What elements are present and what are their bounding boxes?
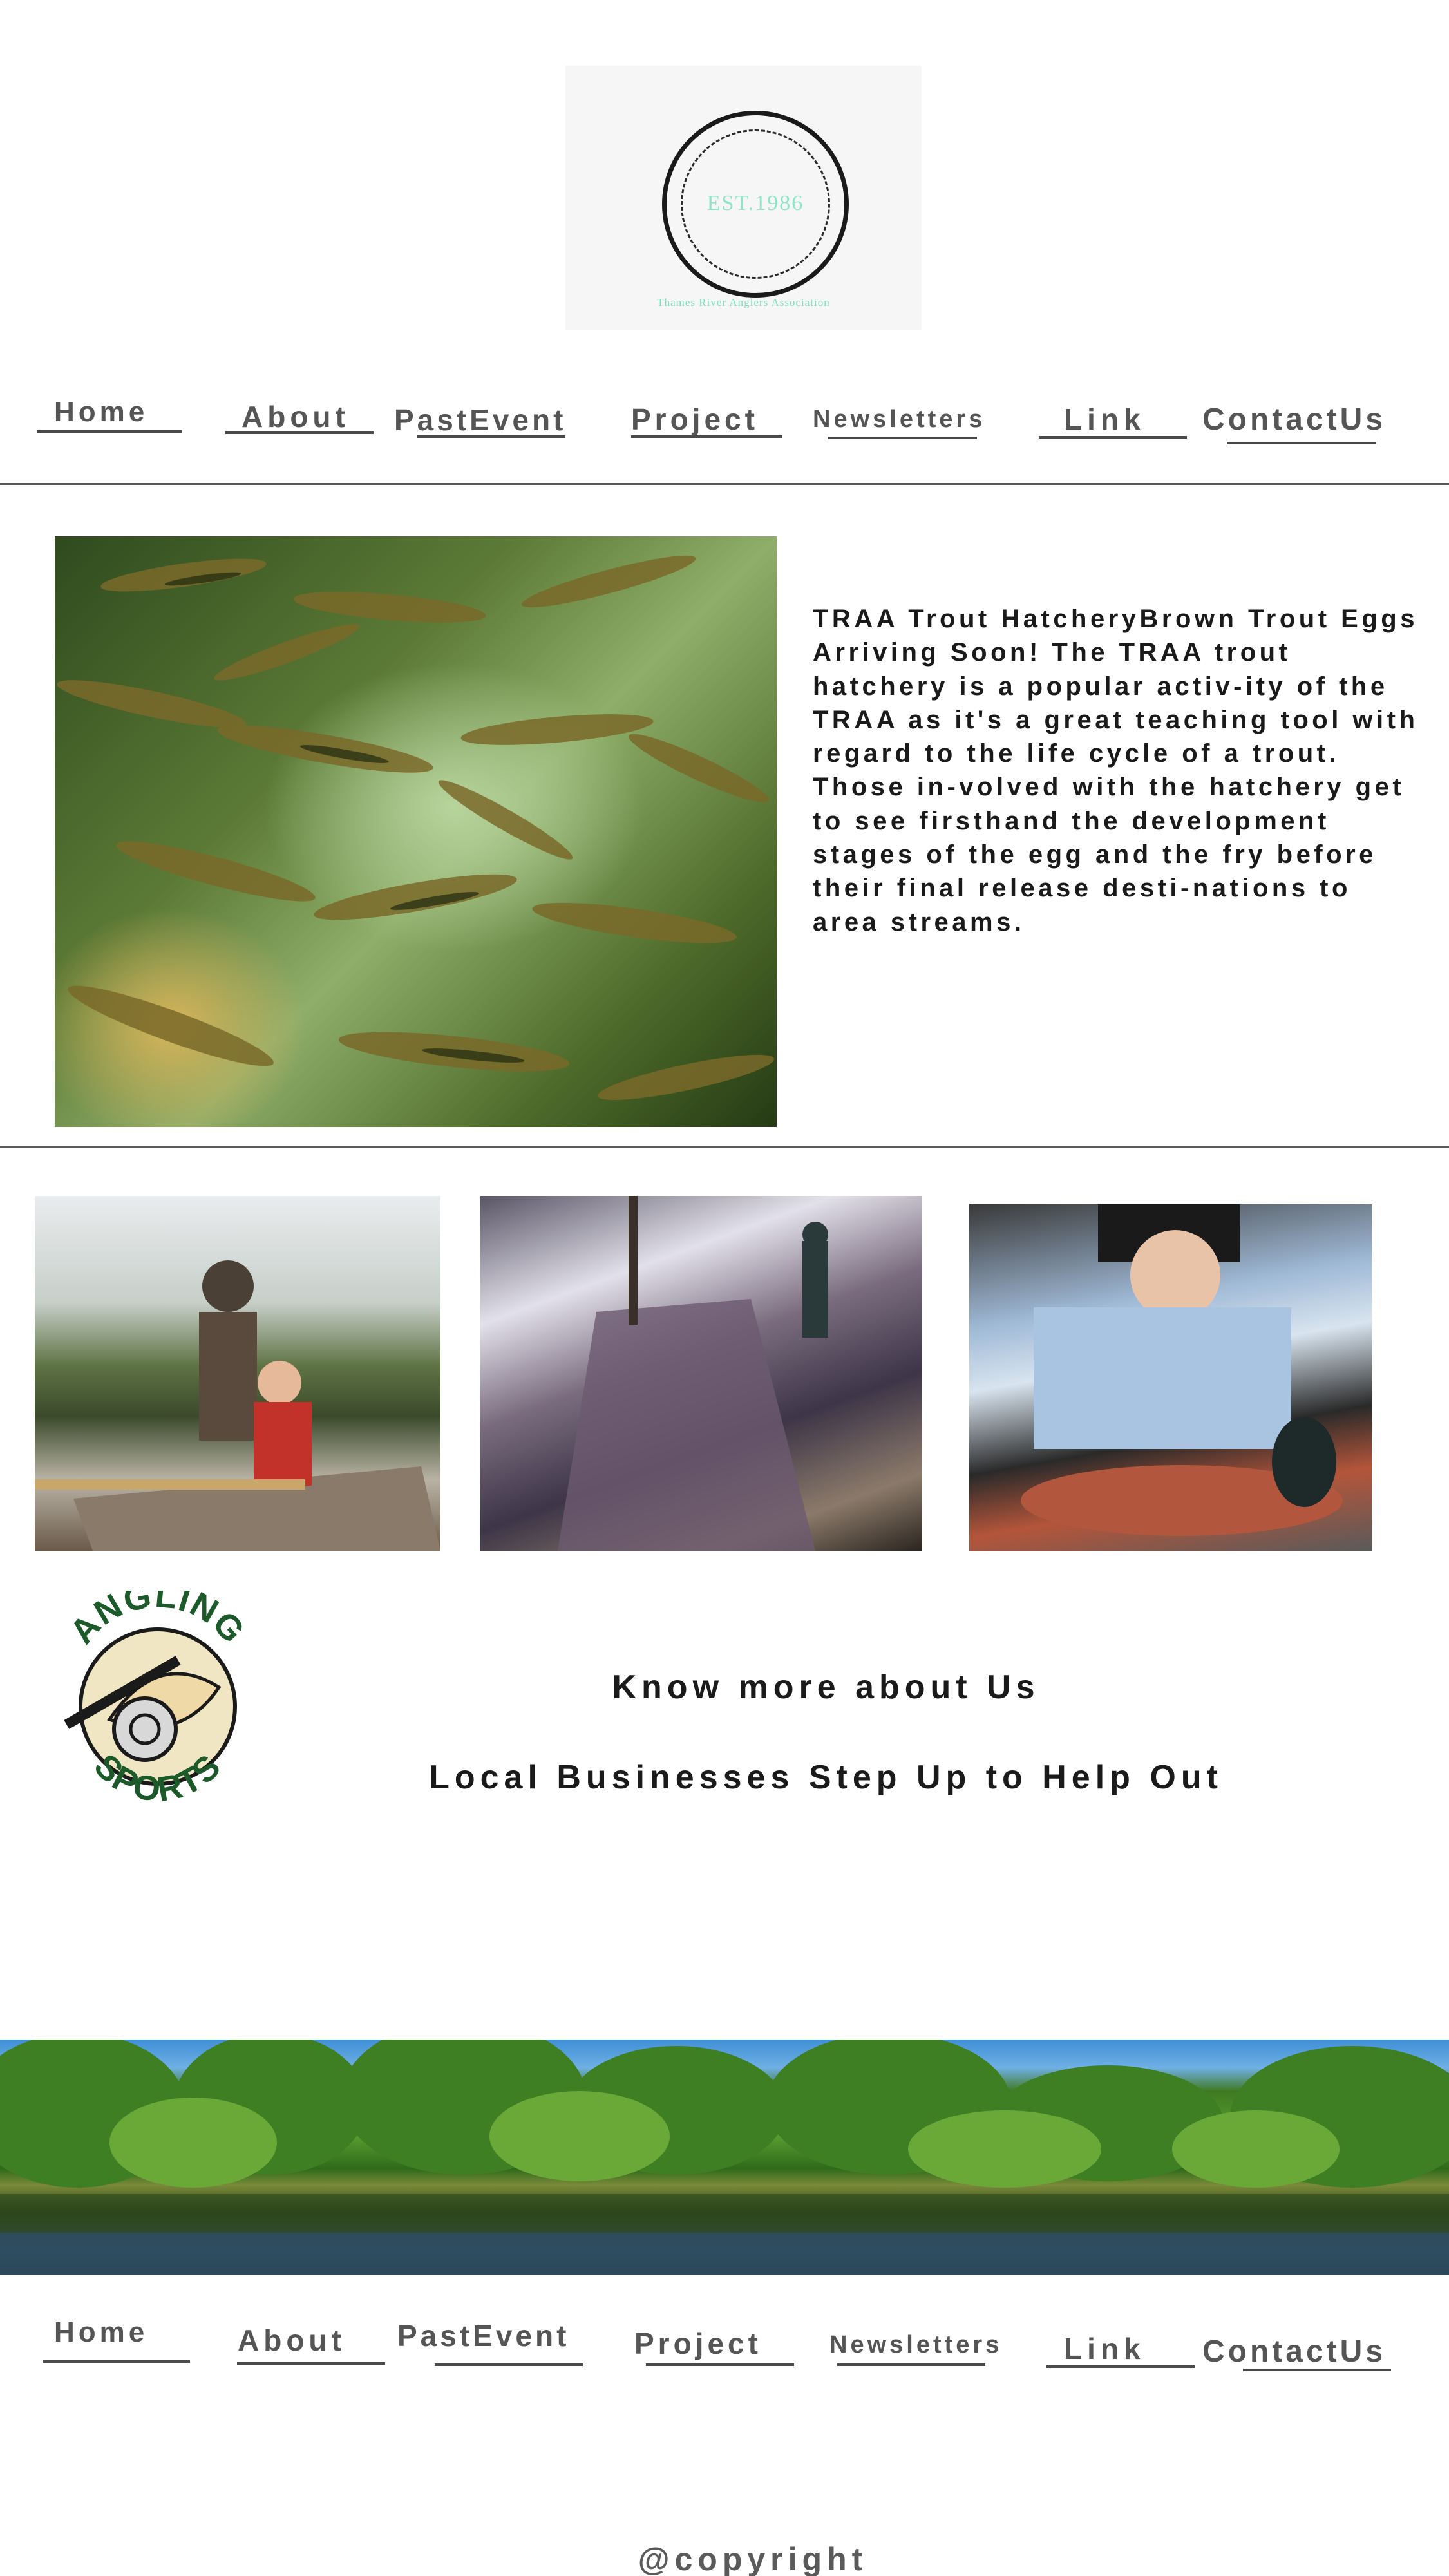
nav-newsletters-underline [828,437,977,439]
hero-trout-image [55,536,777,1127]
logo-established-text: EST.1986 [706,191,804,215]
footer-nav-about-underline [237,2362,385,2365]
nav-divider [0,483,1449,485]
logo-ring-icon: EST.1986 [662,111,849,298]
local-businesses-link[interactable]: Local Businesses Step Up to Help Out [0,1758,1449,1797]
angler-stream-icon [558,1196,828,1551]
logo-tagline: Thames River Anglers Association [657,296,830,308]
footer-nav-contact[interactable]: ContactUs [1202,2334,1386,2369]
footer-nav-home[interactable]: Home [54,2316,148,2349]
nav-link[interactable]: Link [1064,402,1146,437]
nav-project[interactable]: Project [631,402,759,437]
footer-nav-newsletters-underline [837,2363,985,2366]
nav-about-underline [225,431,374,434]
footer-nav-link-underline [1046,2365,1195,2368]
hero-paragraph: TRAA Trout HatcheryBrown Trout Eggs Arri… [813,605,1419,936]
boat-photo [35,1196,440,1551]
nav-contact-underline [1227,442,1376,444]
nav-home-underline [37,430,182,433]
kid-trout-icon [1021,1204,1343,1536]
footer-nav-about[interactable]: About [238,2323,346,2358]
stream-photo [480,1196,922,1551]
footer-nav-project[interactable]: Project [634,2326,762,2361]
footer-nav-home-underline [43,2360,190,2363]
fish-school-icon [57,555,775,1101]
footer-nav-link[interactable]: Link [1064,2331,1146,2366]
nav-link-underline [1039,436,1187,439]
nav-about[interactable]: About [242,399,350,434]
footer-nav-project-underline [646,2363,794,2366]
know-more-link[interactable]: Know more about Us [0,1668,1449,1707]
kid-fish-photo [969,1204,1372,1551]
nav-past-event[interactable]: PastEvent [394,402,566,437]
footer-nav-contact-underline [1243,2369,1391,2371]
hero-divider [0,1146,1449,1148]
copyright-text: @copyright [638,2541,868,2576]
nav-newsletters[interactable]: Newsletters [813,406,985,433]
nav-past-event-underline [417,435,565,438]
footer-nav-newsletters[interactable]: Newsletters [829,2331,1002,2359]
nav-project-underline [631,435,782,438]
river-banner-image [0,2040,1449,2275]
nav-contact[interactable]: ContactUs [1202,402,1386,437]
nav-home[interactable]: Home [54,396,148,428]
footer-nav-past-event[interactable]: PastEvent [397,2318,569,2353]
site-logo[interactable]: EST.1986 Thames River Anglers Associatio… [565,66,922,330]
river-trees-icon [0,2040,1449,2275]
footer-nav-past-event-underline [435,2363,583,2366]
canoe-icon [35,1260,440,1551]
